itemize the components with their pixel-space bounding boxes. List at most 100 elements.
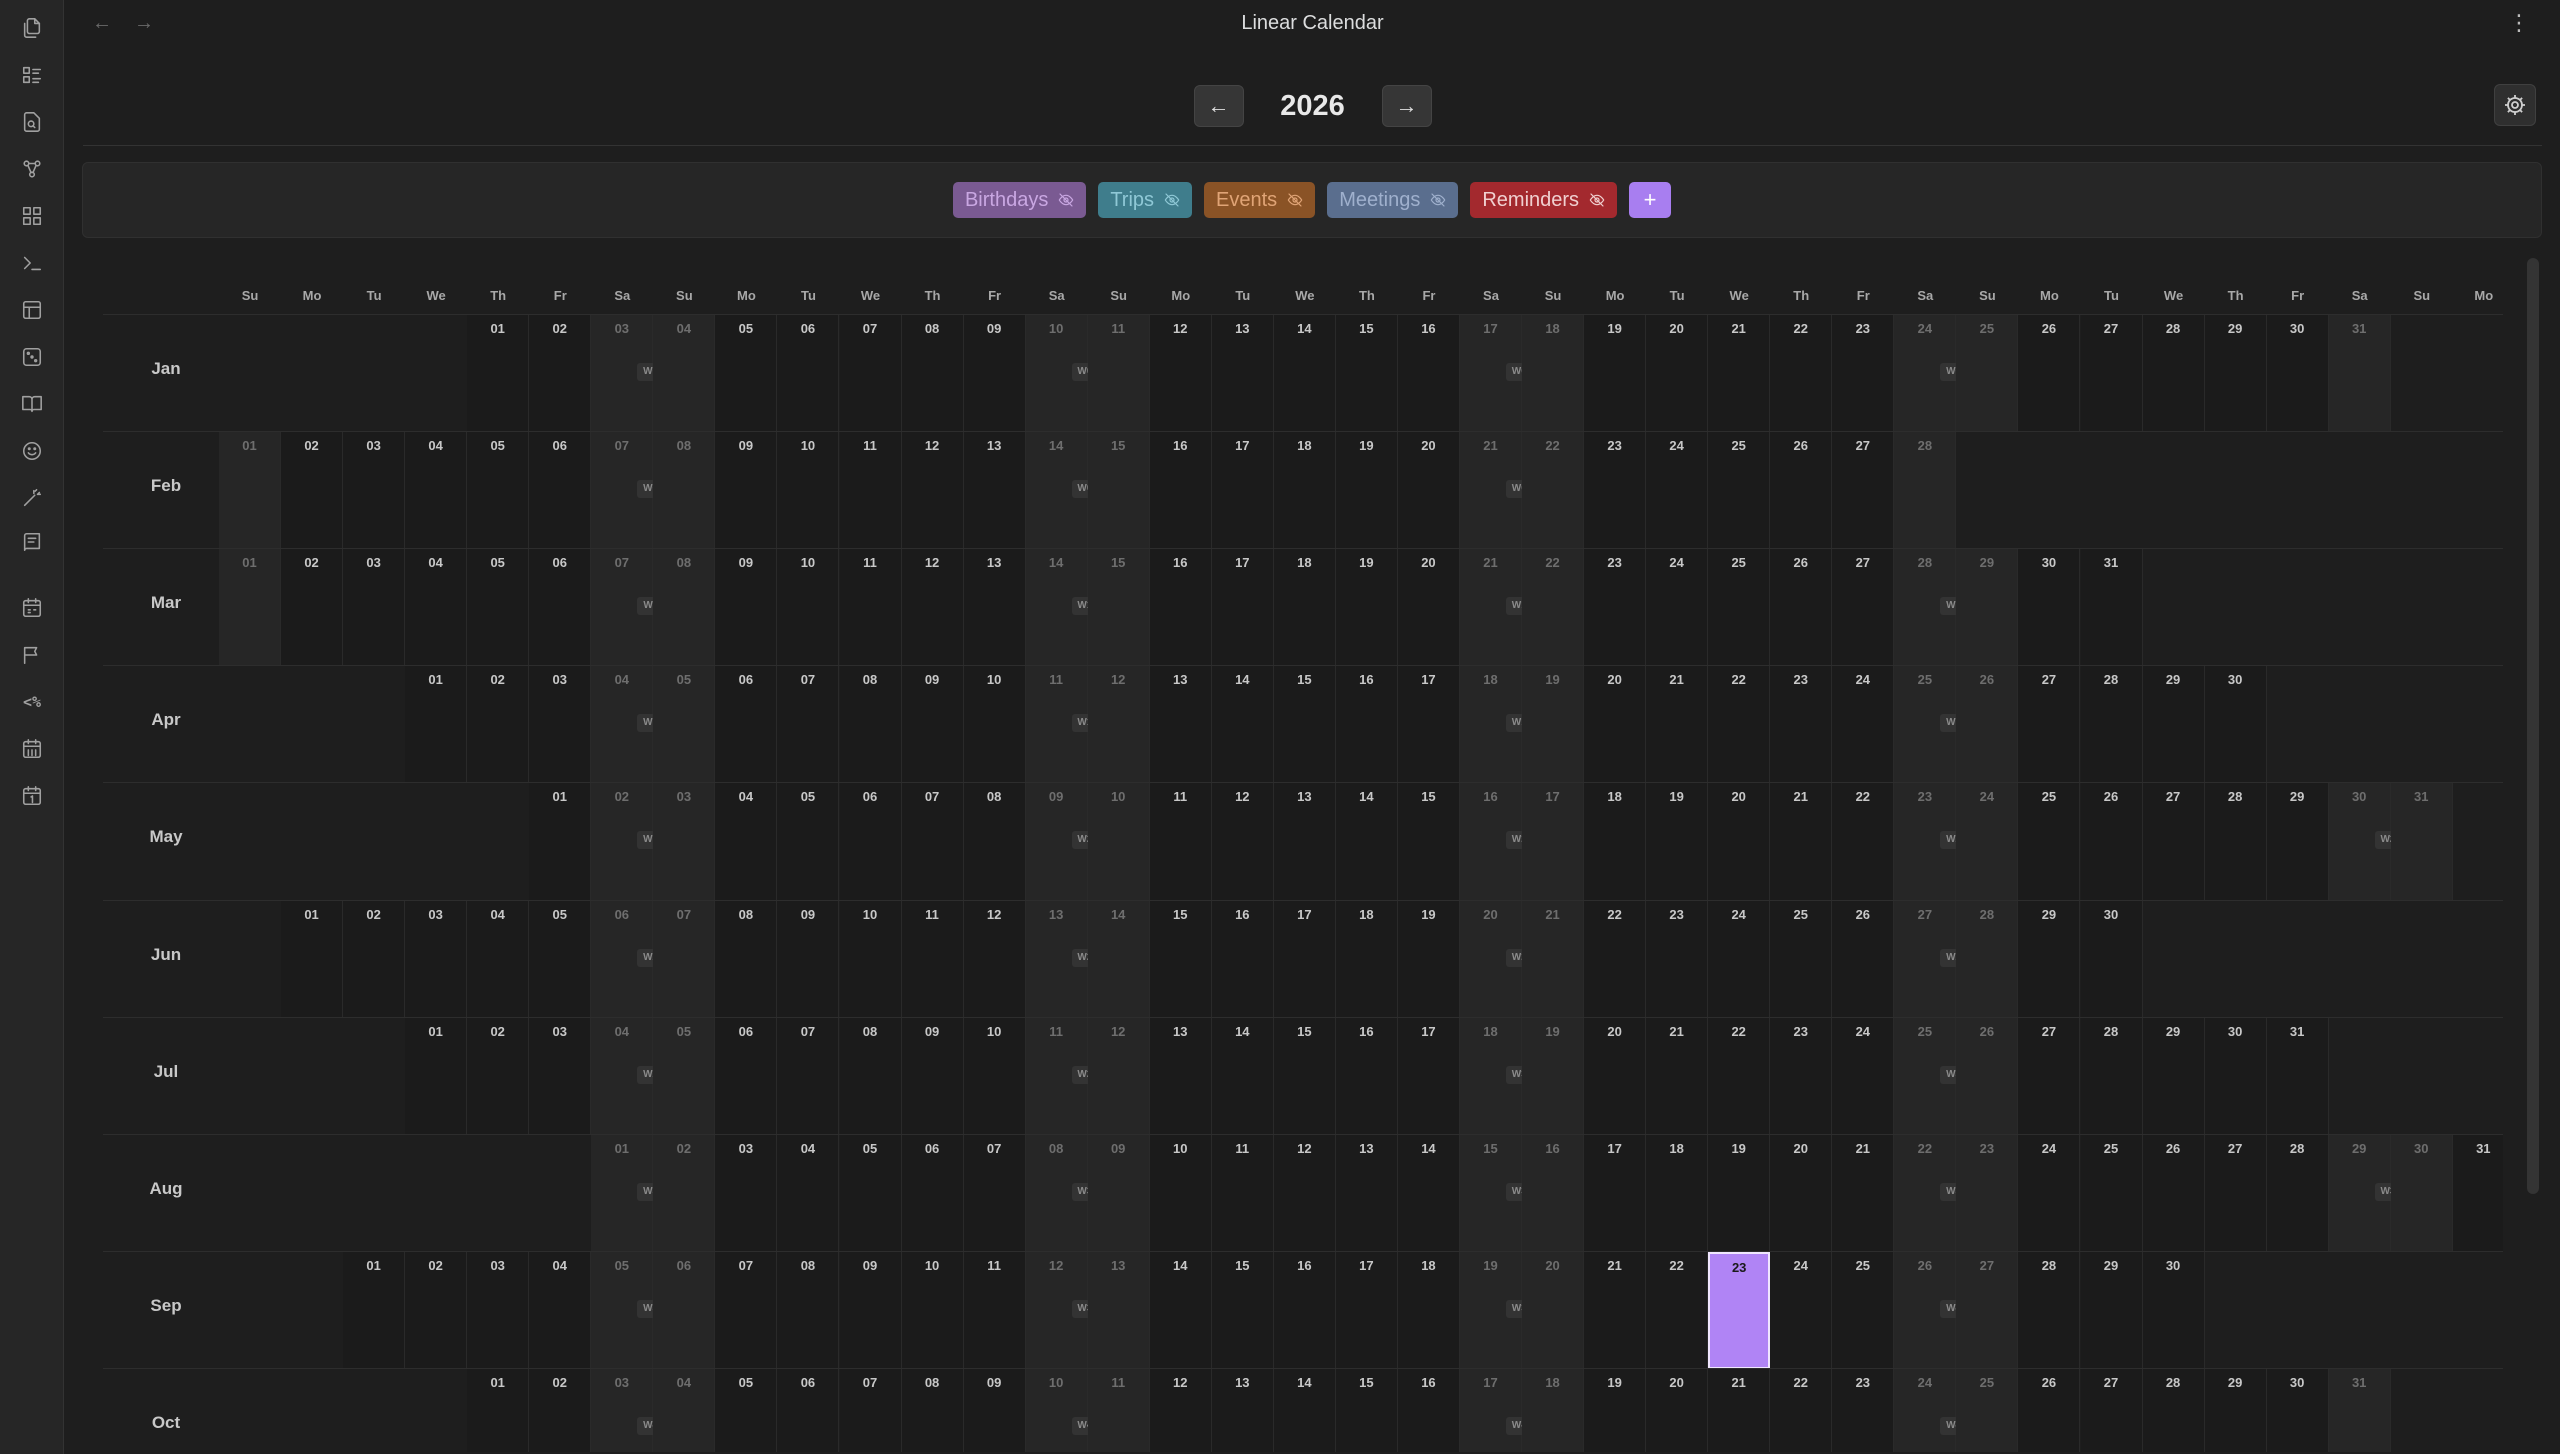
day-cell[interactable]: 15	[1273, 666, 1336, 784]
day-cell[interactable]: 27	[1956, 1251, 2019, 1369]
day-cell[interactable]: 20	[1522, 1251, 1585, 1369]
day-cell[interactable]: 12	[1087, 666, 1150, 784]
day-cell[interactable]: 07	[653, 900, 716, 1018]
day-cell[interactable]: 23	[1956, 1134, 2019, 1252]
day-cell[interactable]: 12	[901, 432, 964, 550]
day-cell[interactable]: 03	[715, 1134, 778, 1252]
day-cell[interactable]: 14	[1211, 666, 1274, 784]
day-cell[interactable]: 30	[2390, 1134, 2453, 1252]
day-cell[interactable]: 24	[1770, 1251, 1833, 1369]
vertical-scrollbar[interactable]	[2527, 258, 2539, 1194]
day-cell[interactable]: 04	[653, 1368, 716, 1452]
smiley-icon[interactable]	[20, 439, 44, 463]
day-cell[interactable]: 17	[1397, 666, 1460, 784]
day-cell[interactable]: 28	[2266, 1134, 2329, 1252]
day-cell[interactable]: 01	[405, 666, 468, 784]
day-cell[interactable]: 07	[963, 1134, 1026, 1252]
day-cell[interactable]: 14	[1273, 1368, 1336, 1452]
day-cell[interactable]: 02	[653, 1134, 716, 1252]
day-cell[interactable]: 11	[1087, 315, 1150, 432]
day-cell[interactable]: 27	[2080, 1368, 2143, 1452]
day-cell[interactable]: 05	[653, 666, 716, 784]
day-cell[interactable]: 01	[219, 549, 281, 667]
day-cell[interactable]: 07	[777, 666, 840, 784]
day-cell[interactable]: 31	[2080, 549, 2143, 667]
day-cell[interactable]: 10	[963, 666, 1026, 784]
day-cell[interactable]: 13	[963, 549, 1026, 667]
day-cell[interactable]: 25	[1956, 1368, 2019, 1452]
day-cell[interactable]: 13	[963, 432, 1026, 550]
day-cell[interactable]: 10	[777, 549, 840, 667]
day-cell[interactable]: 14	[1211, 1017, 1274, 1135]
day-cell[interactable]: 27	[1832, 549, 1895, 667]
day-cell[interactable]: 25	[1708, 432, 1771, 550]
day-cell[interactable]: 17	[1522, 783, 1585, 901]
day-cell[interactable]: 27	[2018, 666, 2081, 784]
day-cell[interactable]: 09	[901, 1017, 964, 1135]
day-cell[interactable]: 30	[2142, 1251, 2205, 1369]
day-cell[interactable]: 15	[1087, 432, 1150, 550]
day-cell[interactable]: 26	[1770, 432, 1833, 550]
day-cell[interactable]: 24	[1832, 1017, 1895, 1135]
day-cell[interactable]: 03	[343, 432, 406, 550]
day-cell[interactable]: 13	[1211, 1368, 1274, 1452]
day-cell[interactable]: 26	[2018, 1368, 2081, 1452]
day-cell[interactable]: 11	[963, 1251, 1026, 1369]
day-cell[interactable]: 05	[715, 1368, 778, 1452]
day-cell[interactable]: 23	[1770, 666, 1833, 784]
day-cell[interactable]: 28	[1956, 900, 2019, 1018]
day-cell[interactable]: 16	[1273, 1251, 1336, 1369]
day-cell[interactable]: 10	[1149, 1134, 1212, 1252]
day-cell[interactable]: 16	[1335, 666, 1398, 784]
day-cell[interactable]: 13	[1149, 666, 1212, 784]
day-cell[interactable]: 13	[1211, 315, 1274, 432]
day-cell[interactable]: 29	[2142, 666, 2205, 784]
day-cell[interactable]: 15	[1335, 1368, 1398, 1452]
day-cell[interactable]: 20	[1584, 666, 1647, 784]
day-cell[interactable]: 22	[1708, 1017, 1771, 1135]
day-cell[interactable]: 12	[1087, 1017, 1150, 1135]
day-cell[interactable]: 25	[2080, 1134, 2143, 1252]
day-cell[interactable]: 02	[405, 1251, 468, 1369]
day-cell[interactable]: 19	[1584, 1368, 1647, 1452]
day-cell[interactable]: 01	[281, 900, 344, 1018]
day-cell[interactable]: 10	[963, 1017, 1026, 1135]
day-cell[interactable]: 01	[405, 1017, 468, 1135]
day-cell[interactable]: 19	[1584, 315, 1647, 432]
day-cell[interactable]: 09	[963, 1368, 1026, 1452]
day-cell[interactable]: 24	[1708, 900, 1771, 1018]
filter-chip-trips[interactable]: Trips	[1098, 182, 1193, 218]
day-cell[interactable]: 08	[839, 666, 902, 784]
day-cell[interactable]: 06	[529, 549, 592, 667]
day-cell[interactable]: 02	[343, 900, 406, 1018]
day-cell[interactable]: 25	[1770, 900, 1833, 1018]
day-cell[interactable]: 30	[2266, 315, 2329, 432]
day-cell[interactable]: 31	[2328, 1368, 2391, 1452]
day-cell[interactable]: 11	[901, 900, 964, 1018]
day-cell[interactable]: 18	[1522, 315, 1585, 432]
day-cell[interactable]: 04	[653, 315, 716, 432]
day-cell[interactable]: 19	[1708, 1134, 1771, 1252]
day-cell[interactable]: 08	[715, 900, 778, 1018]
day-cell[interactable]: 09	[1087, 1134, 1150, 1252]
day-cell[interactable]: 24	[2018, 1134, 2081, 1252]
next-year-button[interactable]: →	[1381, 85, 1432, 127]
day-cell[interactable]: 20	[1584, 1017, 1647, 1135]
day-cell[interactable]: 22	[1522, 432, 1585, 550]
day-cell[interactable]: 23	[1832, 1368, 1895, 1452]
day-cell[interactable]: 06	[529, 432, 592, 550]
day-cell[interactable]: 25	[1708, 549, 1771, 667]
day-cell[interactable]: 06	[901, 1134, 964, 1252]
day-cell[interactable]: 24	[1832, 666, 1895, 784]
day-cell[interactable]: 27	[2018, 1017, 2081, 1135]
day-cell[interactable]: 06	[715, 1017, 778, 1135]
settings-button[interactable]	[2494, 84, 2536, 126]
day-cell[interactable]: 08	[963, 783, 1026, 901]
day-cell[interactable]: 02	[281, 432, 344, 550]
day-cell[interactable]: 08	[777, 1251, 840, 1369]
day-cell[interactable]: 04	[715, 783, 778, 901]
day-cell[interactable]: 30	[2204, 666, 2267, 784]
add-filter-button[interactable]: +	[1629, 182, 1672, 218]
day-cell[interactable]: 06	[777, 1368, 840, 1452]
day-cell[interactable]: 29	[2266, 783, 2329, 901]
